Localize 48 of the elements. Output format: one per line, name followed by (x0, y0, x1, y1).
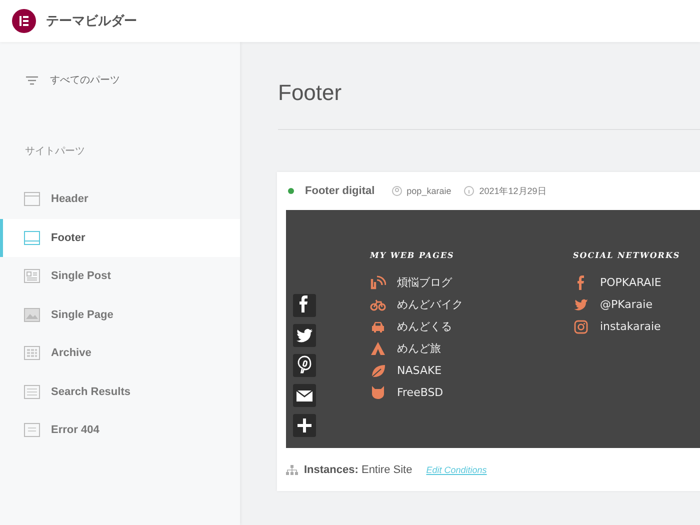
post-layout-icon (24, 269, 40, 284)
sidebar-item[interactable]: Header (0, 180, 240, 218)
rss-icon (370, 274, 386, 290)
column-heading: MY WEB PAGES (370, 250, 456, 260)
sidebar-item[interactable]: Search Results (0, 372, 240, 411)
email-icon[interactable] (293, 384, 316, 407)
footer-link[interactable]: @PKaraie (600, 298, 652, 310)
footer-link[interactable]: めんどバイク (397, 296, 463, 312)
list-layout-icon (24, 384, 40, 399)
filter-icon[interactable] (26, 76, 38, 84)
leaf-icon (370, 362, 386, 378)
info-icon (464, 186, 474, 196)
twitter-icon[interactable] (293, 324, 316, 347)
template-name: Footer digital (305, 185, 375, 197)
footer-link[interactable]: FreeBSD (397, 386, 444, 398)
grid-layout-icon (24, 346, 40, 360)
pinterest-icon[interactable] (293, 354, 316, 377)
image-layout-icon (24, 308, 40, 322)
instagram-icon (573, 318, 589, 334)
sidebar-item[interactable]: Error 404 (0, 411, 240, 450)
header-layout-icon (24, 192, 40, 206)
facebook-icon[interactable] (293, 294, 316, 317)
instances-text: Instances: Entire Site (304, 464, 412, 476)
footer-link[interactable]: NASAKE (397, 364, 442, 376)
section-label: サイトパーツ (24, 145, 86, 158)
sidebar-item[interactable]: Single Post (0, 257, 240, 296)
footer-link[interactable]: instakaraie (600, 320, 661, 332)
column-heading: SOCIAL NETWORKS (573, 250, 682, 260)
author-name: pop_karaie (406, 186, 452, 196)
twitter-icon (573, 296, 589, 312)
sidebar-item[interactable]: Footer (0, 218, 240, 257)
footer-link[interactable]: めんどくる (397, 318, 452, 334)
page-title: Footer (278, 80, 343, 106)
app-title: テーマビルダー (46, 13, 137, 30)
error-layout-icon (24, 423, 40, 438)
footer-link[interactable]: 煩悩ブログ (397, 274, 452, 290)
all-parts-link[interactable]: すべてのパーツ (50, 73, 120, 87)
elementor-logo-icon (12, 9, 36, 33)
sitemap-icon (286, 464, 298, 474)
date-text: 2021年12月29日 (479, 184, 546, 198)
user-icon (392, 186, 402, 196)
footer-link[interactable]: めんど旅 (397, 340, 441, 356)
footer-layout-icon (24, 230, 40, 245)
tent-icon (370, 340, 386, 356)
sidebar-item[interactable]: Single Page (0, 296, 240, 334)
footer-link[interactable]: POPKARAIE (600, 276, 662, 288)
sidebar-item[interactable]: Archive (0, 334, 240, 372)
plus-icon[interactable] (293, 414, 316, 437)
